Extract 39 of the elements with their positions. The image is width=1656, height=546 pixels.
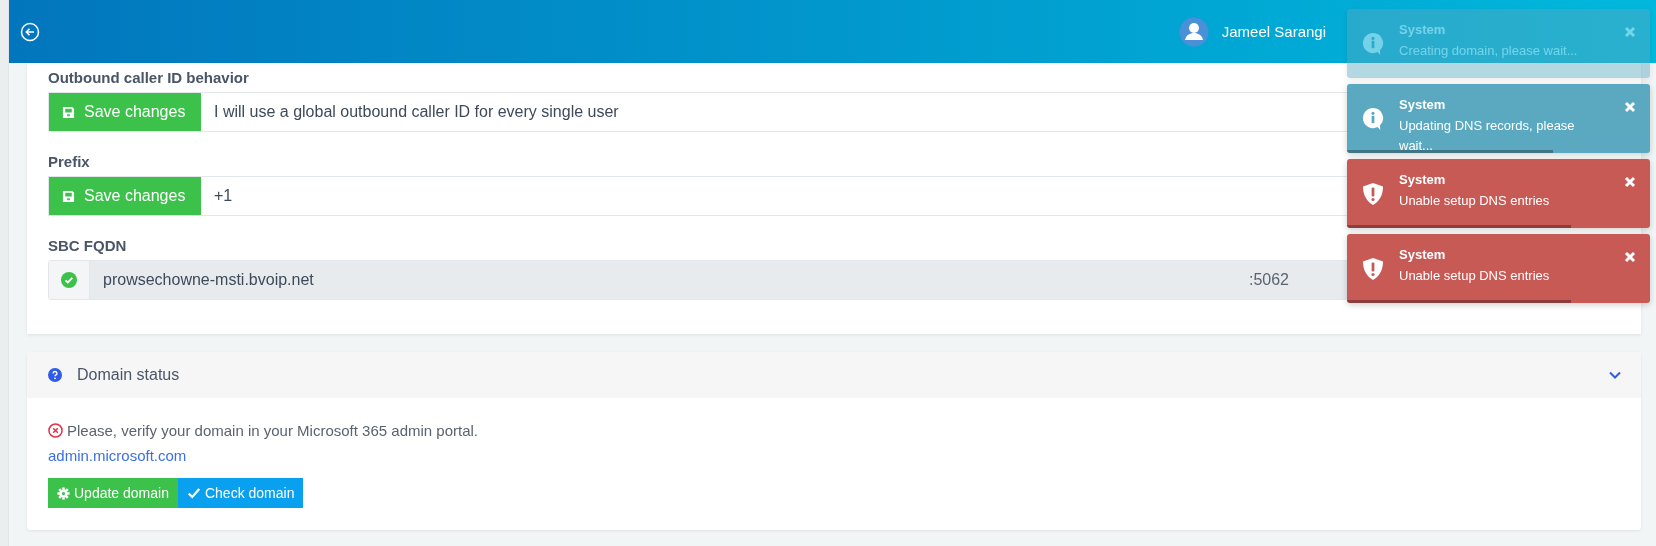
update-button[interactable]: Update domain <box>48 478 178 508</box>
admin-link[interactable]: admin.microsoft.com <box>48 447 187 464</box>
save-button[interactable]: Save changes <box>49 93 201 131</box>
card-header[interactable]: Domain status <box>27 352 1641 398</box>
check-button[interactable]: Check domain <box>177 478 304 508</box>
field-value: prowsechowne-msti.bvoip.net <box>102 271 314 289</box>
floppy-icon <box>62 189 75 203</box>
shield-alert-icon <box>1362 181 1384 206</box>
save-button[interactable]: Save changes <box>49 177 201 215</box>
help-icon <box>48 368 62 382</box>
status-message: Please, verify your domain in your Microsoft 365 admin portal. <box>67 422 479 439</box>
toast-title: System <box>1399 247 1446 262</box>
close-icon[interactable] <box>1624 176 1636 188</box>
error-circle-icon <box>48 423 63 438</box>
toast-message: Creating domain, please wait... <box>1399 42 1579 60</box>
toast-title: System <box>1399 97 1446 112</box>
field-label: SBC FQDN <box>48 237 128 254</box>
checkmark-icon <box>186 486 201 500</box>
gear-icon <box>57 486 70 500</box>
info-icon <box>1362 106 1384 131</box>
chevron-icon[interactable] <box>1609 371 1621 379</box>
floppy-icon <box>62 105 75 119</box>
card-title: Domain status <box>77 366 181 384</box>
shield-alert-icon <box>1362 256 1384 281</box>
toast-title: System <box>1399 172 1446 187</box>
toast-message: Updating DNS records, please wait... <box>1399 117 1576 153</box>
close-icon[interactable] <box>1624 101 1636 113</box>
back-icon[interactable] <box>20 21 40 42</box>
toast-message: Unable setup DNS entries <box>1399 267 1551 285</box>
info-icon <box>1362 31 1384 56</box>
check-circle-icon <box>61 272 77 288</box>
toast-title: System <box>1399 22 1446 37</box>
close-icon[interactable] <box>1624 251 1636 263</box>
field-label: Prefix <box>48 153 91 170</box>
user-name[interactable]: Jameel Sarangi <box>1221 23 1326 40</box>
port-suffix: :5062 <box>1248 271 1289 289</box>
toast-message: Unable setup DNS entries <box>1399 192 1551 210</box>
field-label: Outbound caller ID behavior <box>48 69 250 86</box>
avatar-icon[interactable] <box>1178 16 1209 47</box>
